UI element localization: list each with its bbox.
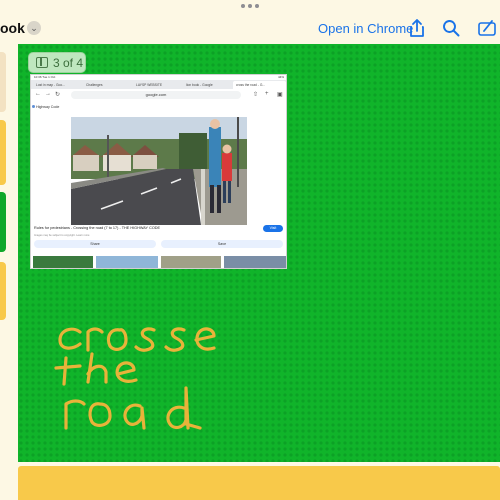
- add-tab-icon: +: [265, 91, 269, 97]
- browser-tab: lion book - Google: [186, 83, 213, 87]
- related-image: [224, 256, 286, 268]
- share-icon[interactable]: [406, 17, 428, 39]
- handwritten-text[interactable]: [36, 324, 236, 464]
- open-in-chrome-button[interactable]: Open in Chrome: [318, 21, 413, 36]
- reload-icon: ↻: [55, 92, 61, 98]
- road-photo: [71, 117, 247, 225]
- browser-tab: Challenges: [86, 83, 103, 87]
- top-toolbar: ook 7 ⌄ Open in Chrome: [0, 0, 500, 44]
- pen-edit-icon[interactable]: [476, 17, 498, 39]
- save-button: Save: [161, 240, 283, 248]
- sidebar-toggle-icon: [36, 57, 48, 68]
- page-indicator[interactable]: 3 of 4: [28, 52, 86, 73]
- browser-tab: Lost in map - Goo...: [36, 83, 65, 87]
- related-image: [161, 256, 221, 268]
- browser-tab: LAYSP WEBSITE: [136, 83, 163, 87]
- copyright-note: Images may be subject to copyright. Lear…: [34, 234, 90, 237]
- share-button: Share: [34, 240, 156, 248]
- source-label: Highway Code: [36, 105, 60, 109]
- browser-tab-active: cross the road - G...: [233, 81, 286, 89]
- chevron-down-icon[interactable]: ⌄: [27, 21, 41, 35]
- address-bar: google.com: [71, 91, 241, 99]
- embedded-browser-screenshot[interactable]: 10:36 Tue 1 Oct 44% Lost in map - Goo...…: [30, 74, 287, 269]
- related-image: [96, 256, 158, 268]
- more-dots-icon[interactable]: [241, 4, 259, 8]
- forward-icon: →: [45, 91, 51, 97]
- result-caption: Rules for pedestrians - Crossing the roa…: [34, 226, 161, 230]
- search-icon[interactable]: [440, 17, 462, 39]
- next-slide-preview[interactable]: [18, 466, 500, 500]
- tabs-icon: ▣: [277, 92, 283, 98]
- related-images-strip: [33, 256, 286, 268]
- slide-thumbnail-2[interactable]: [0, 120, 6, 185]
- visit-button: Visit: [263, 225, 283, 232]
- back-icon: ←: [35, 91, 41, 97]
- current-slide[interactable]: 3 of 4 10:36 Tue 1 Oct 44% Lost in map -…: [18, 44, 500, 462]
- browser-tab-bar: Lost in map - Goo... Challenges LAYSP WE…: [31, 80, 286, 89]
- address-bar-row: ← → ↻ google.com ⇧ + ▣: [31, 89, 286, 101]
- related-image: [33, 256, 93, 268]
- slide-thumbnail-3[interactable]: [0, 192, 6, 252]
- share-icon: ⇧: [253, 92, 259, 98]
- page-indicator-label: 3 of 4: [53, 56, 84, 70]
- slide-thumbnail-4[interactable]: [0, 262, 6, 320]
- status-battery: 44%: [277, 75, 284, 79]
- app-window: ook 7 ⌄ Open in Chrome 3 of 4 10:36 Tue …: [0, 0, 500, 500]
- favicon-icon: [32, 105, 35, 108]
- slide-thumbnail-1[interactable]: [0, 52, 6, 112]
- status-time: 10:36 Tue 1 Oct: [34, 75, 56, 79]
